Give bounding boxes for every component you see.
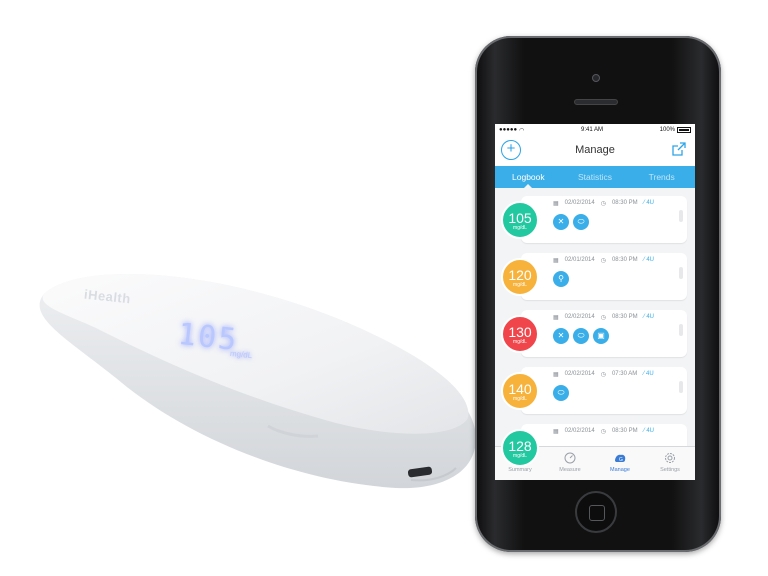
gauge-icon [564, 452, 576, 464]
list-item[interactable]: 140 mg/dL ▦ 02/02/2014 ◷ 07:30 AM ⁄ 4U ⬭ [501, 365, 687, 416]
tab-logbook[interactable]: Logbook [495, 166, 562, 188]
home-button[interactable] [575, 491, 617, 533]
entry-handle [679, 381, 683, 393]
front-camera [592, 74, 600, 82]
entry-tags: ✕ ⬭ ▣ [553, 328, 609, 344]
earpiece [574, 99, 618, 105]
entry-date: 02/02/2014 [564, 200, 595, 206]
calendar-icon: ▦ [553, 315, 559, 321]
pill-icon: ⬭ [553, 385, 569, 401]
entry-handle [679, 324, 683, 336]
insulin-dose: ⁄ 4U [643, 371, 654, 377]
manage-icon: G [615, 454, 626, 463]
battery-percent: 100% [659, 127, 675, 133]
calendar-icon: ▦ [553, 429, 559, 435]
segment-tabs: Logbook Statistics Trends [495, 166, 695, 188]
glucose-value-badge: 140 mg/dL [501, 371, 539, 410]
list-item[interactable]: 120 mg/dL ▦ 02/01/2014 ◷ 08:30 PM ⁄ 4U ⚲ [501, 251, 687, 302]
status-time: 9:41 AM [581, 127, 604, 133]
product-photo: iHealth 105 mg/dL ●●●●● ◠ 9:41 AM 100% +… [0, 0, 768, 576]
battery-icon [677, 127, 691, 133]
list-item[interactable]: 130 mg/dL ▦ 02/02/2014 ◷ 08:30 PM ⁄ 4U ✕… [501, 308, 687, 359]
page-title: Manage [575, 144, 615, 156]
entry-date: 02/02/2014 [564, 314, 595, 320]
entry-tags: ⚲ [553, 271, 569, 287]
entry-time: 08:30 PM [611, 428, 638, 434]
clock-icon: ◷ [600, 315, 606, 321]
list-item[interactable]: 105 mg/dL ▦ 02/02/2014 ◷ 08:30 PM ⁄ 4U ✕… [501, 194, 687, 245]
pill-icon: ⬭ [573, 328, 589, 344]
entry-time: 07:30 AM [611, 371, 638, 377]
clock-icon: ◷ [600, 372, 606, 378]
tab-statistics[interactable]: Statistics [562, 166, 629, 188]
entry-time: 08:30 PM [611, 200, 638, 206]
tabbar-item-manage[interactable]: G Manage [595, 447, 645, 480]
signal-icon: ●●●●● [499, 127, 518, 133]
clock-icon: ◷ [600, 201, 606, 207]
entry-date: 02/01/2014 [564, 257, 595, 263]
tabbar-item-settings[interactable]: Settings [645, 447, 695, 480]
entry-meta: ▦ 02/01/2014 ◷ 08:30 PM ⁄ 4U [553, 257, 654, 264]
photo-icon: ▣ [593, 328, 609, 344]
entry-meta: ▦ 02/02/2014 ◷ 08:30 PM ⁄ 4U [553, 428, 654, 435]
wifi-icon: ◠ [519, 127, 525, 134]
entry-tags: ⬭ [553, 385, 569, 401]
entry-date: 02/02/2014 [564, 371, 595, 377]
glucose-value-badge: 130 mg/dL [501, 314, 539, 353]
utensils-icon: ✕ [553, 214, 569, 230]
glucose-value-badge: 128 mg/dL [501, 428, 539, 467]
entry-meta: ▦ 02/02/2014 ◷ 07:30 AM ⁄ 4U [553, 371, 654, 378]
entry-tags: ✕ ⬭ [553, 214, 589, 230]
calendar-icon: ▦ [553, 201, 559, 207]
svg-text:G: G [619, 457, 623, 463]
pill-icon: ⬭ [573, 214, 589, 230]
calendar-icon: ▦ [553, 372, 559, 378]
clock-icon: ◷ [600, 429, 606, 435]
calendar-icon: ▦ [553, 258, 559, 264]
running-icon: ⚲ [553, 271, 569, 287]
share-icon[interactable] [671, 141, 687, 157]
entry-meta: ▦ 02/02/2014 ◷ 08:30 PM ⁄ 4U [553, 314, 654, 321]
entry-meta: ▦ 02/02/2014 ◷ 08:30 PM ⁄ 4U [553, 200, 654, 207]
tab-trends[interactable]: Trends [628, 166, 695, 188]
entry-date: 02/02/2014 [564, 428, 595, 434]
nav-bar: + Manage [495, 136, 695, 166]
glucose-value-badge: 120 mg/dL [501, 257, 539, 296]
insulin-dose: ⁄ 4U [643, 257, 654, 263]
insulin-dose: ⁄ 4U [643, 428, 654, 434]
utensils-icon: ✕ [553, 328, 569, 344]
entry-time: 08:30 PM [611, 314, 638, 320]
status-bar: ●●●●● ◠ 9:41 AM 100% [495, 124, 695, 136]
clock-icon: ◷ [600, 258, 606, 264]
smartphone: ●●●●● ◠ 9:41 AM 100% + Manage Logbook St… [475, 36, 721, 552]
glucose-value-badge: 105 mg/dL [501, 200, 539, 239]
tabbar-item-measure[interactable]: Measure [545, 447, 595, 480]
logbook-list: 105 mg/dL ▦ 02/02/2014 ◷ 08:30 PM ⁄ 4U ✕… [495, 188, 695, 473]
insulin-dose: ⁄ 4U [643, 200, 654, 206]
gear-icon [665, 453, 675, 463]
entry-handle [679, 210, 683, 222]
entry-time: 08:30 PM [611, 257, 638, 263]
entry-handle [679, 267, 683, 279]
app-screen: ●●●●● ◠ 9:41 AM 100% + Manage Logbook St… [495, 124, 695, 480]
insulin-dose: ⁄ 4U [643, 314, 654, 320]
